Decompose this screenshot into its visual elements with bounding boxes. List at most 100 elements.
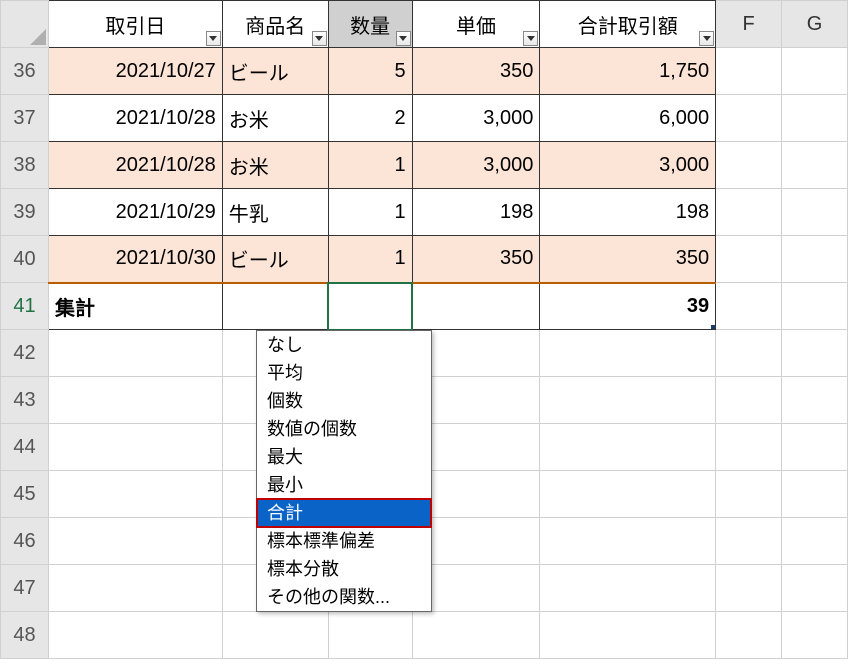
cell-name[interactable]: ビール xyxy=(222,236,328,283)
cell-empty[interactable] xyxy=(782,283,848,330)
filter-icon[interactable] xyxy=(396,31,411,46)
row-header[interactable]: 38 xyxy=(1,142,49,189)
cell-empty[interactable] xyxy=(782,330,848,377)
cell-empty[interactable] xyxy=(540,612,716,659)
cell-empty[interactable] xyxy=(716,330,782,377)
cell-empty[interactable] xyxy=(540,471,716,518)
cell-empty[interactable] xyxy=(48,330,222,377)
cell-empty[interactable] xyxy=(48,471,222,518)
dropdown-item-min[interactable]: 最小 xyxy=(257,471,431,499)
dropdown-item-max[interactable]: 最大 xyxy=(257,443,431,471)
header-qty[interactable]: 数量 xyxy=(328,1,412,48)
total-label-cell[interactable]: 集計 xyxy=(48,283,222,330)
cell-empty[interactable] xyxy=(716,189,782,236)
cell-empty[interactable] xyxy=(782,518,848,565)
cell-empty[interactable] xyxy=(782,471,848,518)
cell-empty[interactable] xyxy=(716,612,782,659)
cell-empty[interactable] xyxy=(716,377,782,424)
cell-empty[interactable] xyxy=(222,612,328,659)
cell-total[interactable]: 6,000 xyxy=(540,95,716,142)
selected-cell[interactable] xyxy=(328,283,412,330)
select-all-corner[interactable] xyxy=(1,1,49,48)
column-F[interactable]: F xyxy=(716,1,782,48)
cell-empty[interactable] xyxy=(48,565,222,612)
cell-empty[interactable] xyxy=(540,424,716,471)
row-header[interactable]: 42 xyxy=(1,330,49,377)
cell-empty[interactable] xyxy=(48,424,222,471)
row-header[interactable]: 39 xyxy=(1,189,49,236)
cell-total[interactable]: 350 xyxy=(540,236,716,283)
aggregate-dropdown[interactable]: なし 平均 個数 数値の個数 最大 最小 合計 標本標準偏差 標本分散 その他の… xyxy=(256,330,432,612)
row-header[interactable]: 37 xyxy=(1,95,49,142)
cell-empty[interactable] xyxy=(716,518,782,565)
dropdown-item-var[interactable]: 標本分散 xyxy=(257,555,431,583)
cell-name[interactable]: ビール xyxy=(222,48,328,95)
cell-empty[interactable] xyxy=(782,189,848,236)
dropdown-item-count[interactable]: 個数 xyxy=(257,387,431,415)
header-price[interactable]: 単価 xyxy=(412,1,540,48)
cell-empty[interactable] xyxy=(716,48,782,95)
cell-empty[interactable] xyxy=(782,377,848,424)
cell-empty[interactable] xyxy=(48,612,222,659)
cell-empty[interactable] xyxy=(48,377,222,424)
filter-icon[interactable] xyxy=(699,31,714,46)
filter-icon[interactable] xyxy=(523,31,538,46)
cell-date[interactable]: 2021/10/29 xyxy=(48,189,222,236)
cell-price[interactable]: 350 xyxy=(412,48,540,95)
cell-empty[interactable] xyxy=(716,236,782,283)
cell-empty[interactable] xyxy=(716,283,782,330)
cell-empty[interactable] xyxy=(716,471,782,518)
cell-date[interactable]: 2021/10/27 xyxy=(48,48,222,95)
cell-qty[interactable]: 1 xyxy=(328,236,412,283)
cell-empty[interactable] xyxy=(412,612,540,659)
cell-price[interactable]: 3,000 xyxy=(412,142,540,189)
cell-empty[interactable] xyxy=(716,565,782,612)
cell-empty[interactable] xyxy=(540,565,716,612)
cell-empty[interactable] xyxy=(328,612,412,659)
cell-price[interactable]: 350 xyxy=(412,236,540,283)
column-G[interactable]: G xyxy=(782,1,848,48)
dropdown-item-countnums[interactable]: 数値の個数 xyxy=(257,415,431,443)
cell-total[interactable]: 3,000 xyxy=(540,142,716,189)
cell-name[interactable]: お米 xyxy=(222,142,328,189)
cell-total[interactable]: 1,750 xyxy=(540,48,716,95)
cell-empty[interactable] xyxy=(782,48,848,95)
cell-empty[interactable] xyxy=(716,142,782,189)
dropdown-item-more[interactable]: その他の関数... xyxy=(257,583,431,611)
row-header[interactable]: 36 xyxy=(1,48,49,95)
cell-price[interactable]: 3,000 xyxy=(412,95,540,142)
cell-empty[interactable] xyxy=(540,330,716,377)
cell-price[interactable]: 198 xyxy=(412,189,540,236)
row-header[interactable]: 48 xyxy=(1,612,49,659)
cell-empty[interactable] xyxy=(782,424,848,471)
header-name[interactable]: 商品名 xyxy=(222,1,328,48)
cell-name[interactable]: お米 xyxy=(222,95,328,142)
dropdown-item-none[interactable]: なし xyxy=(257,331,431,359)
dropdown-item-stdev[interactable]: 標本標準偏差 xyxy=(257,527,431,555)
cell-date[interactable]: 2021/10/30 xyxy=(48,236,222,283)
dropdown-item-sum[interactable]: 合計 xyxy=(256,498,432,528)
row-header[interactable]: 47 xyxy=(1,565,49,612)
total-value-cell[interactable]: 39 xyxy=(540,283,716,330)
fill-handle[interactable] xyxy=(711,325,716,330)
cell-empty[interactable] xyxy=(716,424,782,471)
cell-total[interactable]: 198 xyxy=(540,189,716,236)
row-header[interactable]: 45 xyxy=(1,471,49,518)
row-header[interactable]: 46 xyxy=(1,518,49,565)
cell-qty[interactable]: 1 xyxy=(328,189,412,236)
cell-qty[interactable]: 5 xyxy=(328,48,412,95)
cell-qty[interactable]: 2 xyxy=(328,95,412,142)
header-total[interactable]: 合計取引額 xyxy=(540,1,716,48)
cell-name[interactable]: 牛乳 xyxy=(222,189,328,236)
cell-empty[interactable] xyxy=(540,518,716,565)
cell-date[interactable]: 2021/10/28 xyxy=(48,95,222,142)
cell-empty[interactable] xyxy=(540,377,716,424)
filter-icon[interactable] xyxy=(312,31,327,46)
dropdown-item-average[interactable]: 平均 xyxy=(257,359,431,387)
cell-empty[interactable] xyxy=(782,565,848,612)
row-header[interactable]: 43 xyxy=(1,377,49,424)
cell-empty[interactable] xyxy=(782,142,848,189)
total-empty-cell[interactable] xyxy=(412,283,540,330)
row-header[interactable]: 41 xyxy=(1,283,49,330)
cell-empty[interactable] xyxy=(782,236,848,283)
